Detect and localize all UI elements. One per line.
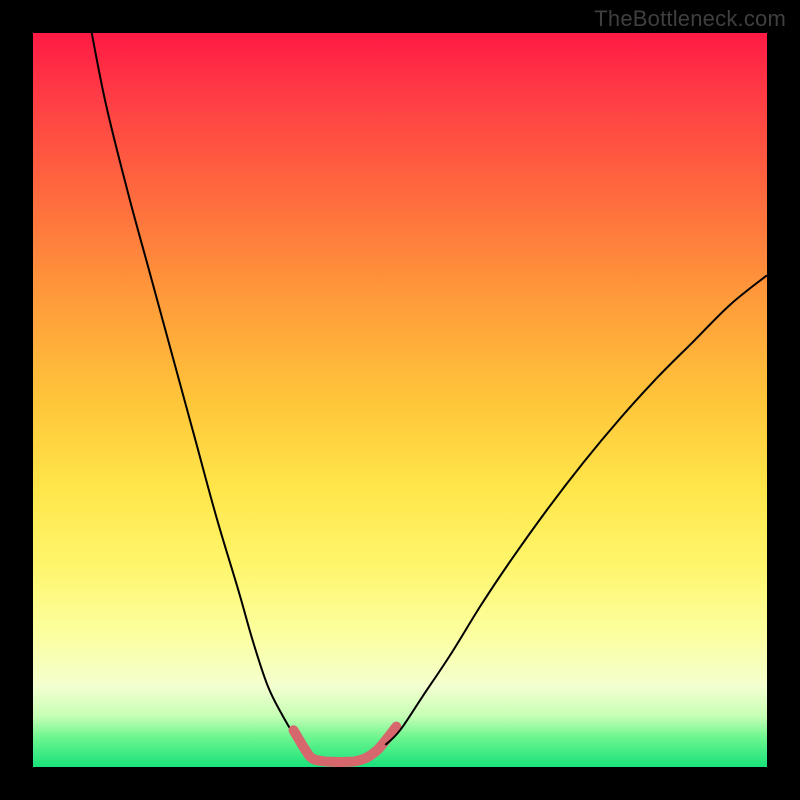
series-valley-floor: [294, 727, 397, 762]
series-group: [92, 33, 767, 762]
series-right-ascent: [385, 275, 767, 745]
series-left-descent: [92, 33, 305, 749]
chart-frame: TheBottleneck.com: [0, 0, 800, 800]
watermark-text: TheBottleneck.com: [594, 6, 786, 32]
plot-area: [33, 33, 767, 767]
chart-svg: [33, 33, 767, 767]
